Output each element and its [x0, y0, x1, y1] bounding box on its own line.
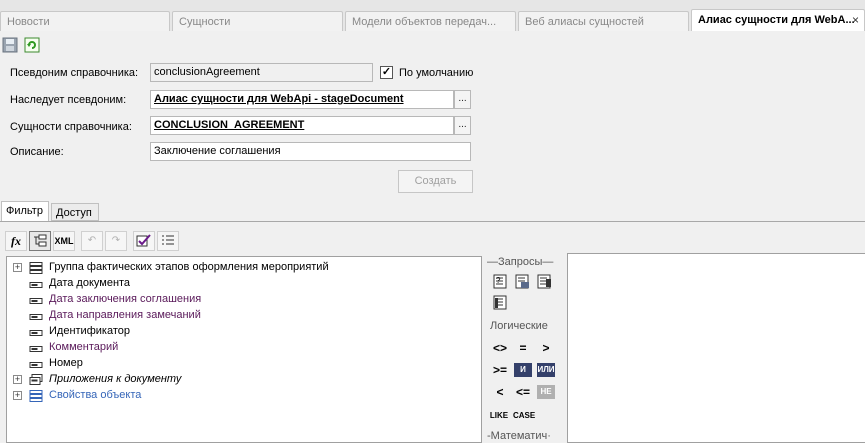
- inherits-field[interactable]: Алиас сущности для WebApi - stageDocumen…: [150, 90, 454, 109]
- expand-icon[interactable]: +: [13, 391, 22, 400]
- alias-field[interactable]: conclusionAgreement: [150, 63, 373, 82]
- query-icon[interactable]: ?: [493, 274, 509, 290]
- tree-item-label: Номер: [49, 357, 83, 369]
- tab-news[interactable]: Новости: [0, 11, 170, 31]
- create-button[interactable]: Создать: [398, 170, 473, 193]
- queries-header: —Запросы—: [487, 256, 554, 268]
- tree-item[interactable]: Номер: [7, 356, 477, 372]
- op-less[interactable]: <: [490, 385, 510, 399]
- document-tabs: Новости Сущности Модели объектов передач…: [0, 0, 865, 31]
- tree-item-label: Группа фактических этапов оформления мер…: [49, 261, 329, 273]
- inherits-label: Наследует псевдоним:: [10, 94, 127, 106]
- filter-tree[interactable]: + Группа фактических этапов оформления м…: [6, 256, 482, 443]
- inherits-browse-button[interactable]: ...: [454, 90, 471, 109]
- op-or[interactable]: ИЛИ: [537, 363, 555, 377]
- op-greater[interactable]: >: [536, 341, 556, 355]
- entity-browse-button[interactable]: ...: [454, 116, 471, 135]
- collection-icon: [29, 374, 43, 385]
- op-not[interactable]: НЕ: [537, 385, 555, 399]
- op-greater-equal[interactable]: >=: [490, 363, 510, 377]
- expand-icon[interactable]: +: [13, 375, 22, 384]
- close-icon[interactable]: ×: [852, 14, 862, 26]
- entity-field[interactable]: CONCLUSION_AGREEMENT: [150, 116, 454, 135]
- properties-icon: [29, 390, 43, 402]
- tree-item-label: Свойства объекта: [49, 389, 142, 401]
- field-icon: [29, 360, 43, 370]
- redo-icon[interactable]: ↷: [105, 231, 127, 251]
- op-like[interactable]: LIKE: [489, 409, 509, 423]
- editor-panel[interactable]: [567, 253, 865, 443]
- field-icon: [29, 296, 43, 306]
- tree-view-button[interactable]: [29, 231, 51, 251]
- tree-item-label: Дата документа: [49, 277, 131, 289]
- formula-button[interactable]: fx: [5, 231, 27, 251]
- default-label: По умолчанию: [399, 67, 474, 79]
- op-not-equal[interactable]: <>: [490, 341, 510, 355]
- tree-item-label: Приложения к документу: [49, 373, 182, 385]
- tab-divider: [0, 221, 865, 222]
- save-icon[interactable]: [2, 37, 18, 53]
- tree-item-label: Дата заключения соглашения: [49, 293, 202, 305]
- list-icon[interactable]: [157, 231, 179, 251]
- field-icon: [29, 280, 43, 290]
- expand-icon[interactable]: +: [13, 263, 22, 272]
- xml-button[interactable]: XML: [53, 231, 75, 251]
- tree-item[interactable]: Дата документа: [7, 276, 477, 292]
- tree-item-label: Идентификатор: [49, 325, 130, 337]
- field-icon: [29, 312, 43, 322]
- group-icon: [29, 262, 43, 274]
- alias-label: Псевдоним справочника:: [10, 67, 139, 79]
- tree-item[interactable]: Идентификатор: [7, 324, 477, 340]
- op-case[interactable]: CASE: [513, 409, 535, 423]
- queries-panel: —Запросы— ? Логические <> = > >= И ИЛИ <…: [485, 253, 568, 443]
- query-icon[interactable]: [493, 295, 509, 311]
- tree-item[interactable]: Дата заключения соглашения: [7, 292, 477, 308]
- svg-text:?: ?: [496, 276, 501, 285]
- tab-entities[interactable]: Сущности: [172, 11, 343, 31]
- query-icon[interactable]: [537, 274, 553, 290]
- op-equal[interactable]: =: [513, 341, 533, 355]
- op-and[interactable]: И: [514, 363, 532, 377]
- tab-object-models[interactable]: Модели объектов передач...: [345, 11, 516, 31]
- tree-item[interactable]: + Приложения к документу: [7, 372, 477, 388]
- tree-item[interactable]: Комментарий: [7, 340, 477, 356]
- math-header: -Математич·: [487, 430, 551, 442]
- tree-item-label: Дата направления замечаний: [49, 309, 201, 321]
- tree-item[interactable]: Дата направления замечаний: [7, 308, 477, 324]
- undo-icon[interactable]: ↶: [81, 231, 103, 251]
- tab-alias-webapi[interactable]: Алиас сущности для WebA...: [691, 9, 865, 31]
- field-icon: [29, 328, 43, 338]
- tree-item[interactable]: + Группа фактических этапов оформления м…: [7, 260, 477, 276]
- description-label: Описание:: [10, 146, 64, 158]
- tree-item[interactable]: + Свойства объекта: [7, 388, 477, 404]
- tree-item-label: Комментарий: [49, 341, 119, 353]
- validate-icon[interactable]: [133, 231, 155, 251]
- tab-access[interactable]: Доступ: [51, 203, 99, 221]
- default-checkbox[interactable]: ✓: [380, 66, 393, 79]
- tab-web-aliases[interactable]: Веб алиасы сущностей: [518, 11, 689, 31]
- field-icon: [29, 344, 43, 354]
- entity-label: Сущности справочника:: [10, 121, 132, 133]
- logic-header: Логические: [490, 320, 548, 332]
- query-icon[interactable]: [515, 274, 531, 290]
- tab-filter[interactable]: Фильтр: [1, 201, 49, 221]
- op-less-equal[interactable]: <=: [513, 385, 533, 399]
- description-field[interactable]: Заключение соглашения: [150, 142, 471, 161]
- refresh-icon[interactable]: [24, 37, 40, 53]
